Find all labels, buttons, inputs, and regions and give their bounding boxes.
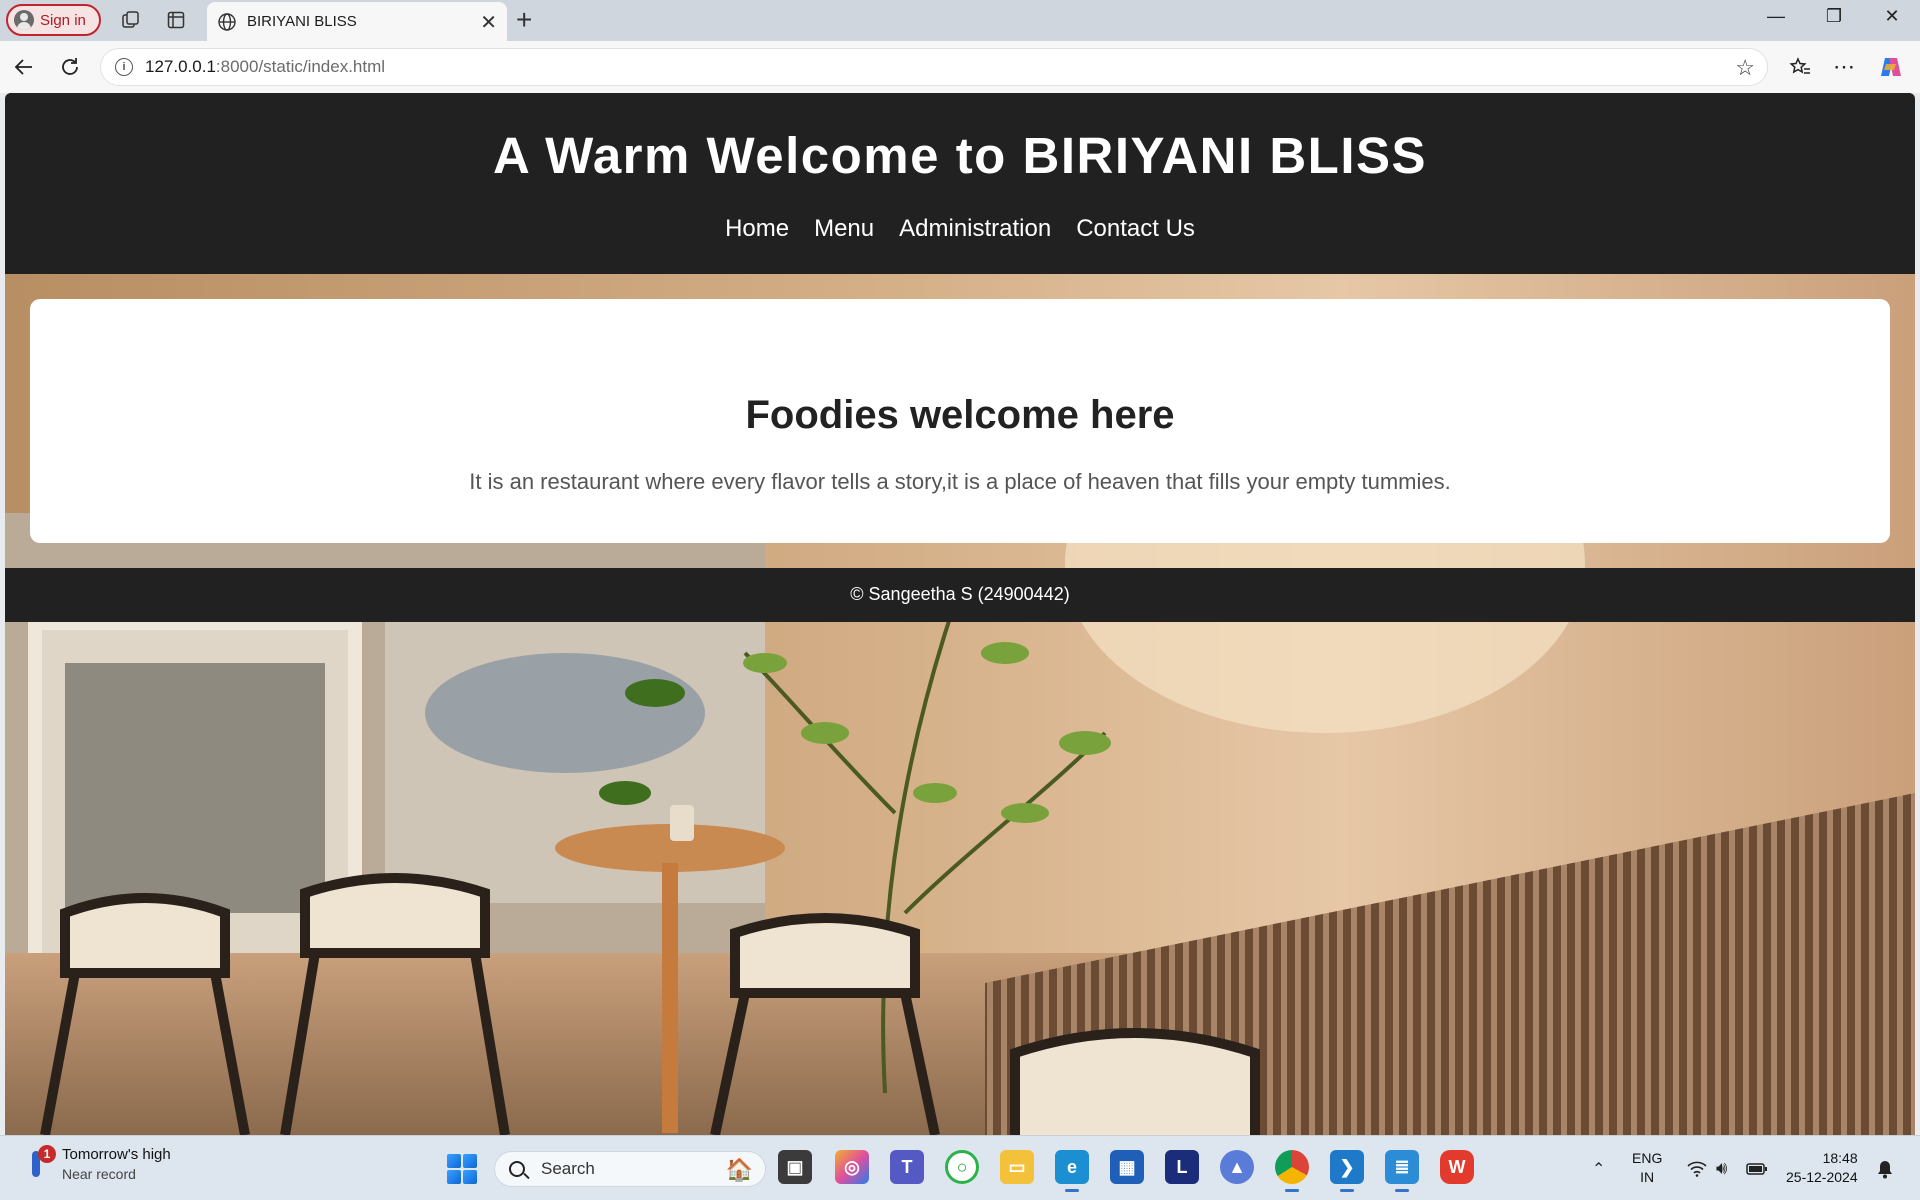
notepad-icon[interactable]: ≣ <box>1385 1150 1419 1192</box>
browser-tab-bar: Sign in BIRIYANI BLISS ✕ + — ❐ ✕ <box>0 0 1920 41</box>
url-text: 127.0.0.1:8000/static/index.html <box>145 57 386 76</box>
windows-start-icon[interactable] <box>447 1154 477 1184</box>
copilot-app-icon[interactable]: ◎ <box>835 1150 869 1184</box>
reload-icon[interactable] <box>56 53 84 81</box>
nav-link-menu[interactable]: Menu <box>814 215 874 243</box>
thermometer-icon: 1 <box>26 1145 56 1181</box>
search-icon <box>509 1161 525 1177</box>
site-footer: © Sangeetha S (24900442) <box>5 568 1915 622</box>
more-options-icon[interactable]: ⋯ <box>1830 53 1858 81</box>
site-header: A Warm Welcome to BIRIYANI BLISS Home Me… <box>5 93 1915 274</box>
restore-icon[interactable]: ❐ <box>1814 6 1854 27</box>
address-input[interactable]: i 127.0.0.1:8000/static/index.html ☆ <box>100 48 1768 86</box>
clock[interactable]: 18:48 25-12-2024 <box>1786 1149 1858 1187</box>
active-tab[interactable]: BIRIYANI BLISS ✕ <box>207 2 507 41</box>
card-title: Foodies welcome here <box>745 393 1175 437</box>
copilot-icon[interactable] <box>1877 53 1905 81</box>
search-placeholder: Search <box>541 1159 595 1178</box>
wps-office-icon[interactable]: W <box>1440 1150 1474 1184</box>
volume-icon[interactable]: 🔊︎ <box>1716 1136 1727 1200</box>
teams-icon[interactable]: T <box>890 1150 924 1184</box>
sign-in-button[interactable]: Sign in <box>6 4 101 36</box>
page-viewport: A Warm Welcome to BIRIYANI BLISS Home Me… <box>5 93 1915 1135</box>
search-highlight-icon: 🏠 <box>725 1157 753 1182</box>
new-tab-icon[interactable]: + <box>516 4 532 36</box>
tab-title: BIRIYANI BLISS <box>247 13 357 30</box>
page-title: A Warm Welcome to BIRIYANI BLISS <box>492 127 1428 184</box>
language-indicator[interactable]: ENG IN <box>1632 1149 1662 1187</box>
address-bar-row: i 127.0.0.1:8000/static/index.html ☆ ⋯ <box>0 41 1920 93</box>
back-icon[interactable] <box>10 53 38 81</box>
battery-icon[interactable] <box>1746 1136 1768 1200</box>
nav-link-contact-us[interactable]: Contact Us <box>1076 215 1195 243</box>
favorite-star-icon[interactable]: ☆ <box>1735 55 1755 81</box>
weather-title: Tomorrow's high <box>62 1146 171 1163</box>
vscode-icon[interactable]: ❯ <box>1330 1150 1364 1192</box>
profile-avatar-icon <box>14 10 34 30</box>
card-text: It is an restaurant where every flavor t… <box>469 469 1451 494</box>
taskbar-search-input[interactable]: Search 🏠 <box>494 1151 766 1187</box>
favorites-icon[interactable] <box>1786 53 1814 81</box>
taskbar: 1 Tomorrow's high Near record Search 🏠 ▣… <box>0 1135 1920 1200</box>
store-icon[interactable]: ▦ <box>1110 1150 1144 1184</box>
footer-text: © Sangeetha S (24900442) <box>850 584 1070 604</box>
edge-icon[interactable]: e <box>1055 1150 1089 1192</box>
clock-time: 18:48 <box>1822 1150 1858 1166</box>
globe-icon <box>218 12 236 31</box>
chrome-icon[interactable] <box>1275 1150 1309 1192</box>
nav-link-home[interactable]: Home <box>725 215 789 243</box>
close-window-icon[interactable]: ✕ <box>1872 6 1912 27</box>
clock-date: 25-12-2024 <box>1786 1169 1858 1185</box>
weather-widget[interactable]: 1 Tomorrow's high Near record <box>26 1145 171 1182</box>
l-app-icon[interactable]: L <box>1165 1150 1199 1184</box>
site-nav: Home Menu Administration Contact Us <box>5 215 1915 243</box>
welcome-card: Foodies welcome here It is an restaurant… <box>30 299 1890 543</box>
sign-in-label: Sign in <box>40 11 86 29</box>
vertical-tabs-icon[interactable] <box>164 8 188 32</box>
close-tab-icon[interactable]: ✕ <box>480 10 497 35</box>
task-view-icon[interactable]: ▣ <box>778 1150 812 1184</box>
notifications-bell-icon[interactable] <box>1876 1136 1894 1200</box>
nav-link-administration[interactable]: Administration <box>899 215 1051 243</box>
site-info-icon[interactable]: i <box>115 58 133 76</box>
refresh-app-icon[interactable]: ○ <box>945 1150 979 1184</box>
weather-subtitle: Near record <box>62 1166 136 1182</box>
workspaces-icon[interactable] <box>119 8 143 32</box>
weather-badge: 1 <box>38 1145 56 1163</box>
show-hidden-icons-icon[interactable]: ⌃ <box>1592 1136 1605 1200</box>
wifi-icon[interactable] <box>1687 1136 1707 1200</box>
file-explorer-icon[interactable]: ▭ <box>1000 1150 1034 1184</box>
minimize-icon[interactable]: — <box>1756 6 1796 27</box>
arc-app-icon[interactable]: ▲ <box>1220 1150 1254 1184</box>
